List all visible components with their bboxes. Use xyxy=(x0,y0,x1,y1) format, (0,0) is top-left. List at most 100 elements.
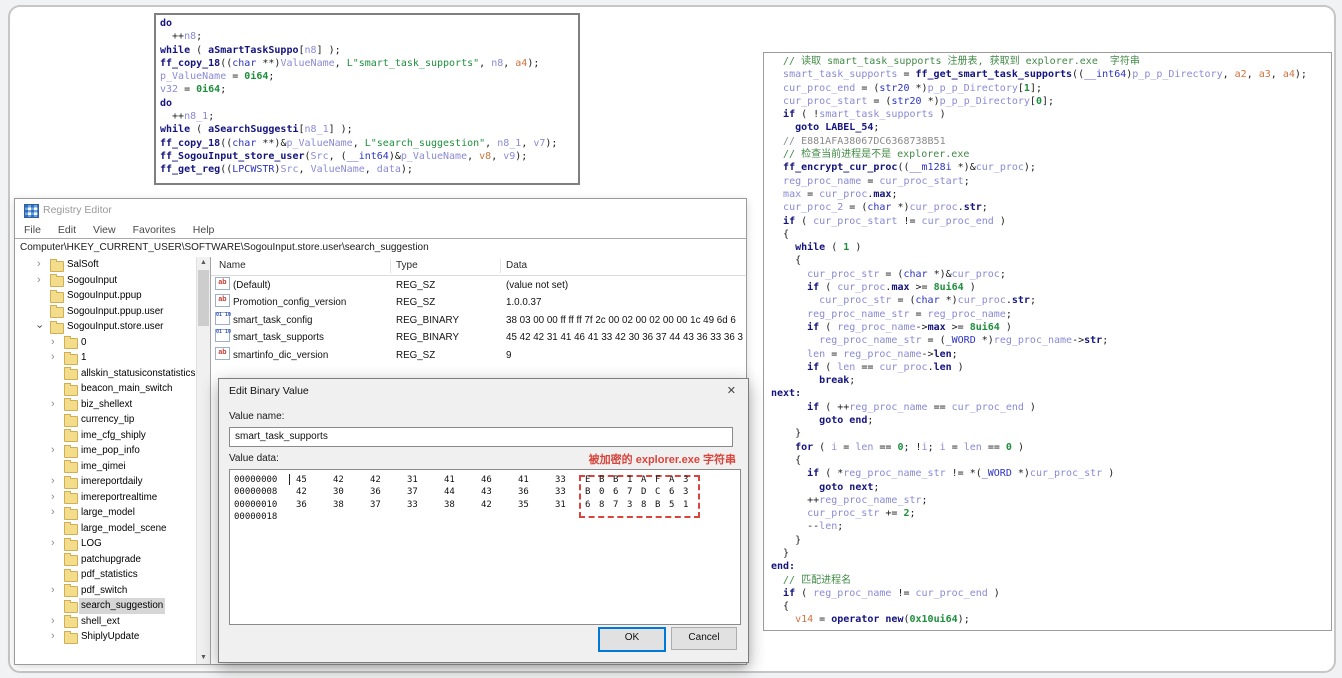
chevron-right-icon[interactable]: › xyxy=(51,629,55,644)
menu-item-help[interactable]: Help xyxy=(193,224,215,236)
chevron-right-icon[interactable]: › xyxy=(37,273,41,288)
tree-item-label: ime_cfg_shiply xyxy=(81,429,146,441)
registry-value-row[interactable]: ab (Default) REG_SZ (value not set) xyxy=(211,277,746,294)
hex-byte: 38 xyxy=(444,499,455,510)
tree-item-imereportdaily[interactable]: › imereportdaily xyxy=(15,474,196,490)
code-line: do xyxy=(160,97,173,109)
code-line: while ( 1 ) xyxy=(795,242,862,254)
tree-item-ShiplyUpdate[interactable]: › ShiplyUpdate xyxy=(15,629,196,645)
chevron-right-icon[interactable]: › xyxy=(51,583,55,598)
column-header-type[interactable]: Type xyxy=(396,257,418,274)
tree-item-label: LOG xyxy=(81,538,102,549)
binary-icon: 01 10 xyxy=(215,329,231,343)
folder-icon xyxy=(64,398,78,411)
tree-item-ime_pop_info[interactable]: › ime_pop_info xyxy=(15,443,196,459)
code-line: smart_task_supports = ff_get_smart_task_… xyxy=(783,69,1307,81)
hex-byte: 37 xyxy=(407,487,418,498)
tree-item-LOG[interactable]: › LOG xyxy=(15,536,196,552)
screenshot-canvas: do ++n8; while ( aSmartTaskSuppo[n8] ); ff… xyxy=(0,0,1342,678)
column-divider[interactable] xyxy=(500,259,501,273)
regedit-address-bar[interactable]: Computer\HKEY_CURRENT_USER\SOFTWARE\Sogo… xyxy=(15,238,746,259)
column-divider[interactable] xyxy=(390,259,391,273)
menu-item-view[interactable]: View xyxy=(93,224,116,236)
regedit-titlebar[interactable]: Registry Editor xyxy=(15,199,746,221)
tree-item-SogouInput.ppup[interactable]: SogouInput.ppup xyxy=(15,288,196,304)
registry-value-row[interactable]: ab smartinfo_dic_version REG_SZ 9 xyxy=(211,346,746,364)
tree-item-large_model[interactable]: › large_model xyxy=(15,505,196,521)
scrollbar-thumb[interactable] xyxy=(198,270,209,326)
tree-item-label: SogouInput.store.user xyxy=(67,321,164,332)
code-line: if ( !smart_task_supports ) xyxy=(783,109,946,121)
ascii-char: 6 xyxy=(585,499,591,510)
tree-item-SogouInput.store.user[interactable]: › SogouInput.store.user xyxy=(15,319,196,335)
tree-item-biz_shellext[interactable]: › biz_shellext xyxy=(15,397,196,413)
chevron-right-icon[interactable]: › xyxy=(51,350,55,365)
tree-item-beacon_main_switch[interactable]: beacon_main_switch xyxy=(15,381,196,397)
chevron-right-icon[interactable]: › xyxy=(51,536,55,551)
tree-item-currency_tip[interactable]: currency_tip xyxy=(15,412,196,428)
ascii-char: A xyxy=(641,475,647,485)
tree-item-SalSoft[interactable]: › SalSoft xyxy=(15,257,196,273)
tree-item-label: 0 xyxy=(81,336,87,348)
chevron-right-icon[interactable]: › xyxy=(37,257,41,272)
tree-item-imereportrealtime[interactable]: › imereportrealtime xyxy=(15,490,196,506)
code-line: // 检查当前进程是不是 explorer.exe xyxy=(771,149,970,161)
chevron-right-icon[interactable]: › xyxy=(51,335,55,350)
tree-item-patchupgrade[interactable]: patchupgrade xyxy=(15,552,196,568)
menu-item-edit[interactable]: Edit xyxy=(58,224,76,236)
hex-row: 00000000 45 42 42 31 41 46 41 33 E B B 1 A F A 3 xyxy=(230,474,740,486)
tree-item-pdf_switch[interactable]: › pdf_switch xyxy=(15,583,196,599)
folder-icon xyxy=(64,367,78,380)
ascii-char: 8 xyxy=(641,499,647,510)
decompiled-code-snippet-top: do ++n8; while ( aSmartTaskSuppo[n8] ); ff… xyxy=(154,13,580,185)
code-line: while ( aSearchSuggesti[n8_1] ); xyxy=(160,124,353,136)
chevron-right-icon[interactable]: › xyxy=(51,474,55,489)
ascii-char: B xyxy=(585,487,591,498)
tree-item-shell_ext[interactable]: › shell_ext xyxy=(15,614,196,630)
tree-item-label: large_model_scene xyxy=(81,522,167,534)
code-line: cur_proc_end = (str20 *)p_p_p_Directory[… xyxy=(783,82,1042,94)
tree-item-1[interactable]: › 1 xyxy=(15,350,196,366)
tree-item-pdf_statistics[interactable]: pdf_statistics xyxy=(15,567,196,583)
registry-value-row[interactable]: ab Promotion_config_version REG_SZ 1.0.0.37 xyxy=(211,294,746,311)
tree-item-search_suggestion[interactable]: search_suggestion xyxy=(15,598,196,614)
tree-item-SogouInput.ppup.user[interactable]: SogouInput.ppup.user xyxy=(15,304,196,320)
close-icon[interactable]: ✕ xyxy=(727,384,736,397)
column-header-name[interactable]: Name xyxy=(219,257,246,274)
tree-item-ime_qimei[interactable]: ime_qimei xyxy=(15,459,196,475)
code-line: reg_proc_name = cur_proc_start; xyxy=(783,175,970,187)
code-line: ++reg_proc_name_str; xyxy=(771,494,928,506)
ok-button[interactable]: OK xyxy=(598,627,666,652)
chevron-right-icon[interactable]: › xyxy=(51,397,55,412)
scroll-down-icon[interactable]: ▼ xyxy=(197,652,210,664)
hex-offset: 00000008 xyxy=(234,487,278,498)
value-name: Promotion_config_version xyxy=(233,297,347,309)
menu-item-file[interactable]: File xyxy=(24,224,41,236)
chevron-down-icon[interactable]: › xyxy=(31,325,46,329)
value-name-field[interactable]: smart_task_supports xyxy=(229,427,733,447)
value-data: 38 03 00 00 ff ff ff 7f 2c 00 02 00 02 0… xyxy=(506,314,736,326)
chevron-right-icon[interactable]: › xyxy=(51,505,55,520)
registry-value-row[interactable]: 01 10 smart_task_config REG_BINARY 38 03 00… xyxy=(211,311,746,329)
registry-value-row[interactable]: 01 10 smart_task_supports REG_BINARY 45 42 … xyxy=(211,329,746,346)
menu-item-favorites[interactable]: Favorites xyxy=(133,224,176,236)
tree-item-large_model_scene[interactable]: large_model_scene xyxy=(15,521,196,537)
folder-icon xyxy=(64,444,78,458)
tree-scrollbar[interactable]: ▲ ▼ xyxy=(196,257,210,664)
hex-editor[interactable]: 00000000 45 42 42 31 41 46 41 33 E B B 1 A F A 3 00000008… xyxy=(229,469,741,625)
registry-key-tree: › SalSoft › SogouInput SogouInput.ppup SogouI… xyxy=(15,257,196,664)
column-header-data[interactable]: Data xyxy=(506,257,527,274)
tree-item-allskin_statusiconstatistics[interactable]: allskin_statusiconstatistics xyxy=(15,366,196,382)
chevron-right-icon[interactable]: › xyxy=(51,443,55,458)
cancel-button[interactable]: Cancel xyxy=(671,627,737,650)
hex-row: 00000010 36 38 37 33 38 42 35 31 6 8 7 3 8 B 5 1 xyxy=(230,499,740,511)
tree-item-ime_cfg_shiply[interactable]: ime_cfg_shiply xyxy=(15,428,196,444)
code-line: } xyxy=(771,534,802,546)
tree-item-0[interactable]: › 0 xyxy=(15,335,196,351)
code-line: { xyxy=(771,255,802,267)
hex-byte: 43 xyxy=(481,487,492,498)
scroll-up-icon[interactable]: ▲ xyxy=(197,257,210,269)
chevron-right-icon[interactable]: › xyxy=(51,490,55,505)
tree-item-SogouInput[interactable]: › SogouInput xyxy=(15,273,196,289)
chevron-right-icon[interactable]: › xyxy=(51,614,55,629)
